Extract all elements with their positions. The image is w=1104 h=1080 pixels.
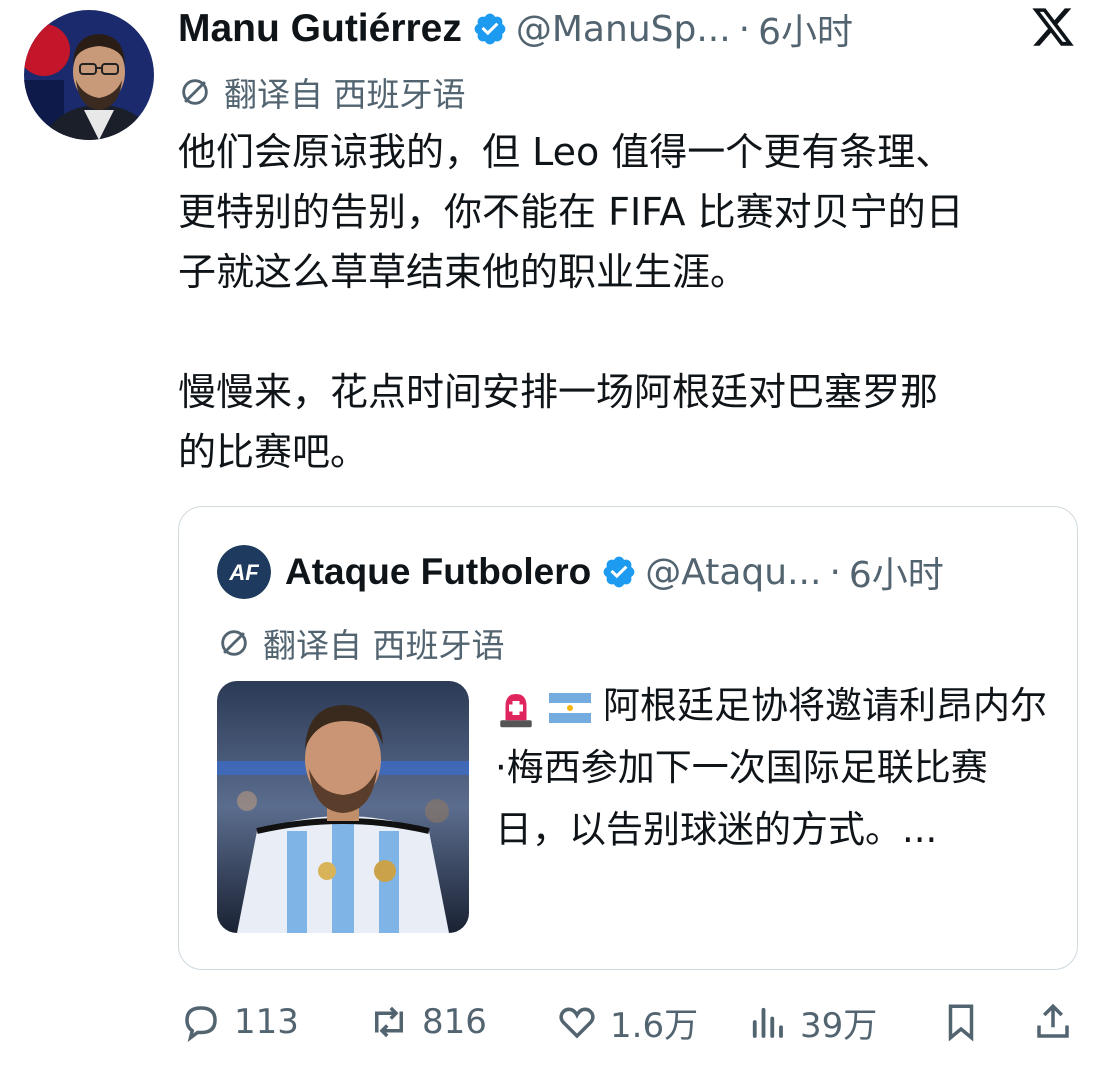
quoted-author-name: Ataque Futbolero (285, 551, 592, 592)
views-icon (752, 1007, 783, 1038)
translate-icon (217, 626, 251, 660)
reply-icon (185, 1006, 217, 1043)
translation-label: 翻译自 西班牙语 (224, 75, 466, 114)
author-avatar[interactable] (24, 10, 154, 140)
quoted-tweet-card[interactable]: AF Ataque Futbolero @Ataqu... · 6小时 翻译自 … (178, 506, 1078, 970)
reply-count: 113 (234, 1002, 299, 1042)
quoted-author-handle: @Ataqu... (645, 551, 822, 593)
action-bar: 113 816 1.6万 39万 (0, 996, 1104, 1048)
author-name[interactable]: Manu Gutiérrez (178, 7, 462, 51)
verified-badge-icon (601, 554, 637, 590)
author-avatar-image (24, 10, 154, 140)
reply-button[interactable]: 113 (180, 996, 299, 1048)
argentina-flag-icon (549, 692, 591, 723)
tweet-text: 他们会原谅我的，但 Leo 值得一个更有条理、 更特别的告别，你不能在 FIFA… (178, 130, 964, 474)
quoted-translation-label: 翻译自 西班牙语 (263, 626, 505, 665)
x-logo-icon[interactable] (1030, 4, 1076, 50)
separator-dot: · (738, 8, 751, 50)
verified-badge-icon (472, 11, 508, 47)
post-time[interactable]: 6小时 (758, 3, 853, 55)
translate-icon (178, 75, 212, 109)
bookmark-button[interactable] (940, 996, 982, 1048)
bookmark-icon (948, 1004, 974, 1042)
separator-dot: · (829, 551, 841, 593)
repost-count: 816 (422, 1002, 487, 1042)
repost-icon (375, 1006, 403, 1038)
quoted-author-avatar: AF (217, 545, 271, 599)
like-count: 1.6万 (610, 1005, 699, 1046)
quoted-translation-notice: 翻译自 西班牙语 (217, 621, 505, 665)
siren-icon (495, 687, 537, 729)
repost-button[interactable]: 816 (368, 996, 487, 1048)
quoted-tweet-text: 阿根廷足协将邀请利昂内尔·梅西参加下一次国际足联比赛日，以告别球迷的方式。... (495, 675, 1055, 861)
like-icon (559, 1007, 595, 1039)
quoted-post-time: 6小时 (848, 555, 944, 596)
share-icon (1037, 1003, 1069, 1038)
like-button[interactable]: 1.6万 (556, 996, 698, 1048)
quoted-media-thumbnail[interactable] (217, 681, 469, 933)
quoted-tweet-header: AF Ataque Futbolero @Ataqu... · 6小时 (217, 545, 944, 599)
translation-notice[interactable]: 翻译自 西班牙语 (178, 70, 466, 114)
tweet-header: Manu Gutiérrez @ManuSp... · 6小时 (178, 4, 853, 54)
share-button[interactable] (1032, 996, 1074, 1048)
views-button[interactable]: 39万 (746, 996, 877, 1048)
author-handle[interactable]: @ManuSp... (516, 9, 731, 50)
svg-text:AF: AF (228, 560, 259, 585)
views-count: 39万 (800, 1005, 878, 1046)
